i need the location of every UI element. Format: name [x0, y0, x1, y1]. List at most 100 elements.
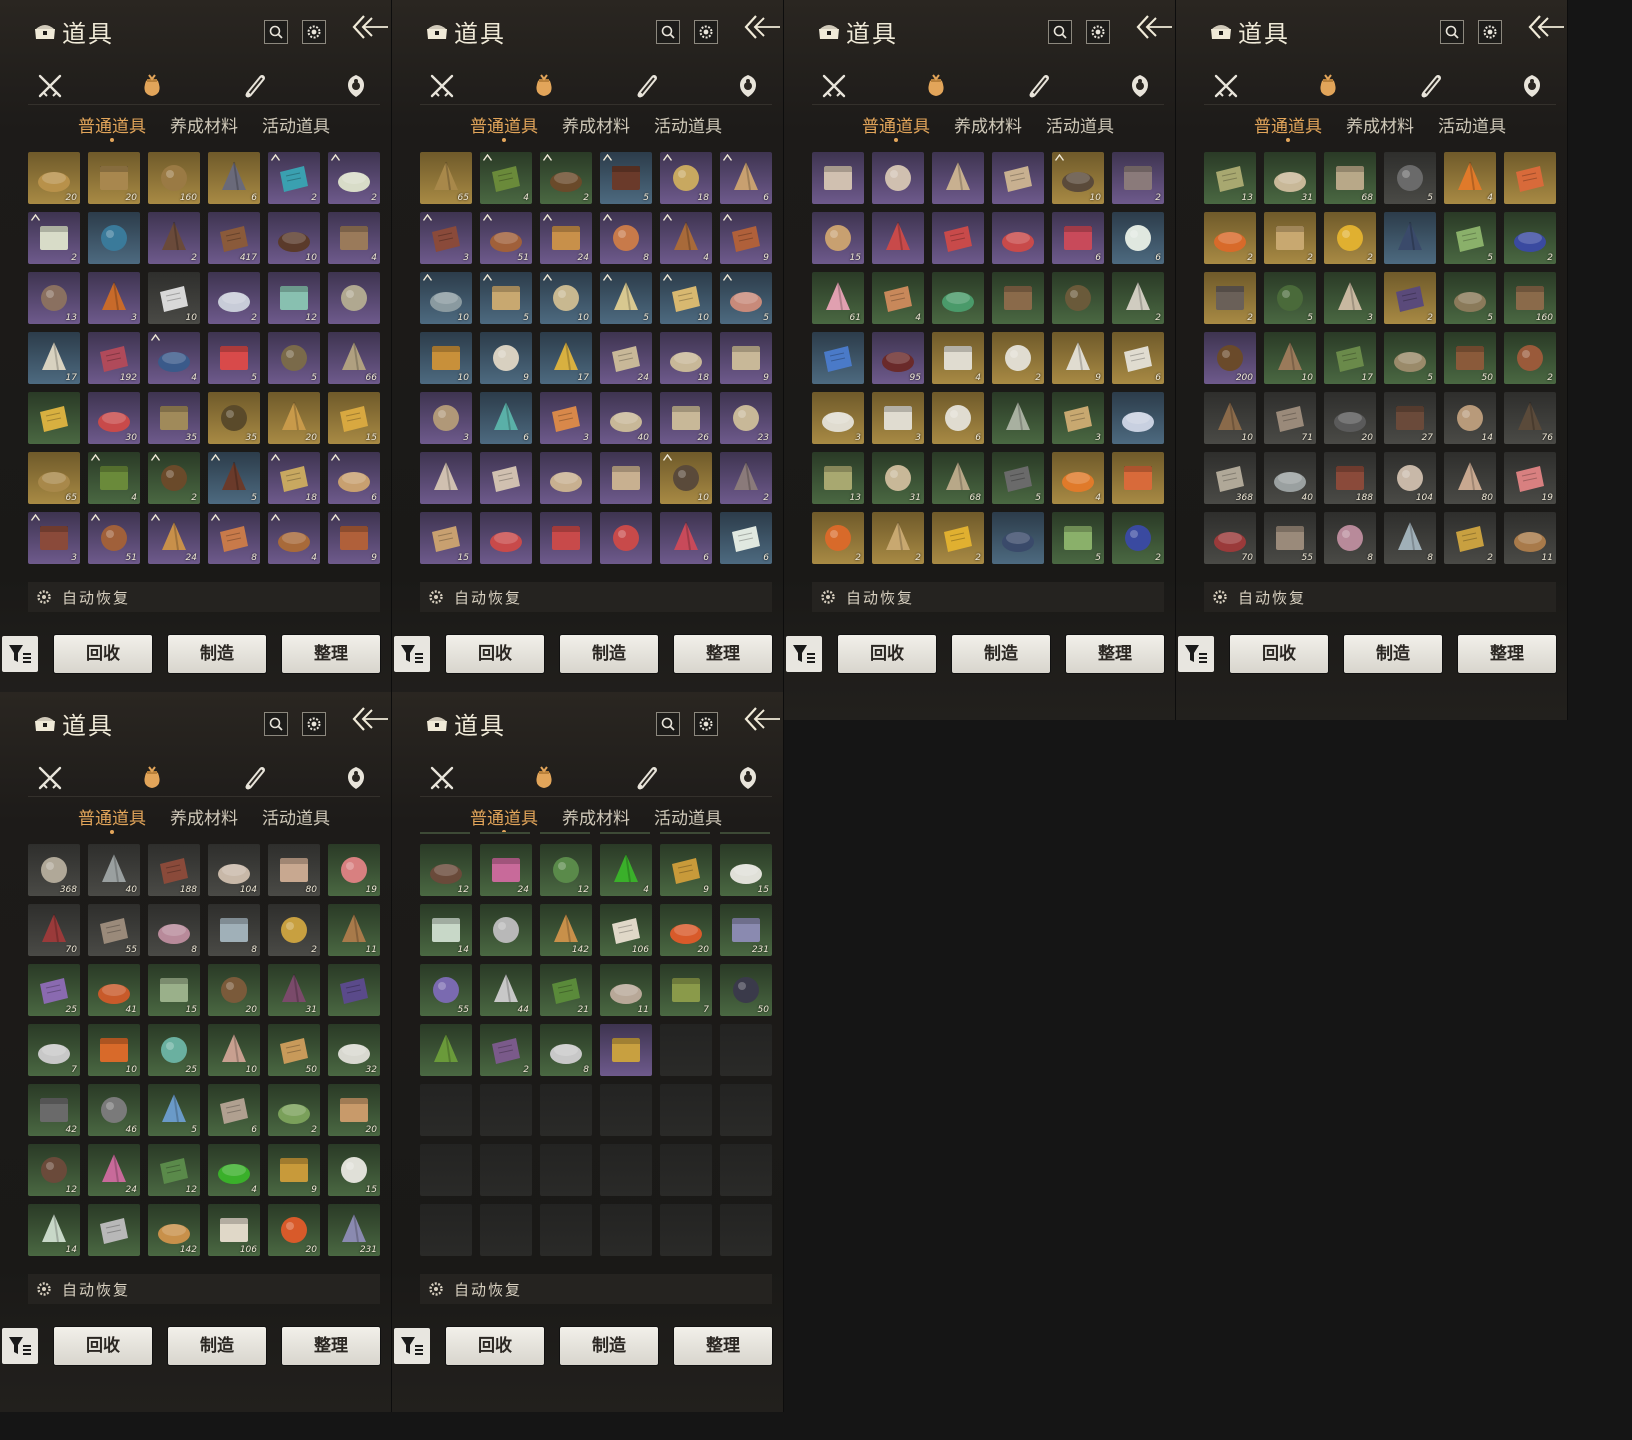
item-slot[interactable]: 2 [1204, 272, 1256, 324]
item-slot[interactable]: 4 [328, 212, 380, 264]
item-slot[interactable] [88, 212, 140, 264]
item-slot[interactable]: 50 [720, 964, 772, 1016]
filter-button[interactable] [1178, 636, 1214, 672]
item-slot[interactable] [600, 452, 652, 504]
item-slot[interactable]: 5 [480, 272, 532, 324]
item-slot[interactable] [328, 272, 380, 324]
item-slot[interactable]: 5 [720, 272, 772, 324]
item-slot[interactable]: 10 [420, 332, 472, 384]
item-slot[interactable] [932, 212, 984, 264]
item-slot[interactable]: 15 [148, 964, 200, 1016]
item-slot[interactable]: 160 [148, 152, 200, 204]
item-slot[interactable]: 44 [480, 964, 532, 1016]
item-slot[interactable] [812, 332, 864, 384]
crossed-swords-icon[interactable] [426, 70, 458, 102]
item-slot[interactable]: 13 [28, 272, 80, 324]
craft-button[interactable]: 制造 [952, 635, 1050, 673]
item-slot[interactable]: 188 [148, 844, 200, 896]
item-slot[interactable]: 70 [1204, 512, 1256, 564]
item-slot[interactable]: 4 [268, 512, 320, 564]
item-slot[interactable]: 8 [540, 1024, 592, 1076]
item-slot[interactable]: 10 [268, 212, 320, 264]
item-slot[interactable]: 51 [480, 212, 532, 264]
item-slot[interactable]: 6 [480, 392, 532, 444]
item-slot[interactable]: 10 [88, 1024, 140, 1076]
item-slot[interactable] [600, 1024, 652, 1076]
item-slot[interactable]: 4 [480, 152, 532, 204]
settings-button[interactable] [302, 20, 326, 44]
item-slot[interactable]: 5 [1052, 512, 1104, 564]
item-slot[interactable]: 4 [208, 1144, 260, 1196]
item-slot[interactable]: 15 [812, 212, 864, 264]
item-slot[interactable]: 2 [148, 212, 200, 264]
item-slot[interactable]: 6 [328, 452, 380, 504]
item-slot[interactable]: 61 [812, 272, 864, 324]
item-slot[interactable] [540, 512, 592, 564]
item-slot[interactable]: 5 [992, 452, 1044, 504]
item-slot[interactable]: 13 [812, 452, 864, 504]
item-slot[interactable]: 5 [1384, 152, 1436, 204]
gem-icon[interactable] [732, 762, 764, 794]
item-slot[interactable]: 2 [268, 152, 320, 204]
item-slot[interactable]: 31 [268, 964, 320, 1016]
item-slot[interactable]: 42 [28, 1084, 80, 1136]
item-slot[interactable]: 4 [600, 844, 652, 896]
item-slot[interactable]: 12 [148, 1144, 200, 1196]
item-slot[interactable]: 9 [720, 332, 772, 384]
item-slot[interactable]: 5 [600, 152, 652, 204]
item-slot[interactable]: 2 [480, 1024, 532, 1076]
back-arrow-icon[interactable] [350, 12, 390, 42]
item-slot[interactable]: 26 [660, 392, 712, 444]
item-slot[interactable] [328, 964, 380, 1016]
item-slot[interactable]: 11 [600, 964, 652, 1016]
item-slot[interactable]: 6 [1112, 212, 1164, 264]
item-slot[interactable]: 17 [28, 332, 80, 384]
item-slot[interactable]: 7 [660, 964, 712, 1016]
item-slot[interactable]: 2 [1384, 272, 1436, 324]
item-slot[interactable]: 17 [1324, 332, 1376, 384]
item-slot[interactable]: 7 [28, 1024, 80, 1076]
item-slot[interactable]: 10 [208, 1024, 260, 1076]
item-slot[interactable]: 55 [1264, 512, 1316, 564]
item-slot[interactable]: 2 [148, 452, 200, 504]
item-slot[interactable]: 9 [328, 512, 380, 564]
crossed-swords-icon[interactable] [818, 70, 850, 102]
item-slot[interactable] [480, 904, 532, 956]
pouch-icon[interactable] [920, 70, 952, 102]
recycle-button[interactable]: 回收 [54, 1327, 152, 1365]
pouch-icon[interactable] [136, 70, 168, 102]
item-slot[interactable]: 3 [420, 212, 472, 264]
settings-button[interactable] [694, 712, 718, 736]
item-slot[interactable] [600, 512, 652, 564]
item-slot[interactable]: 5 [1264, 272, 1316, 324]
item-slot[interactable]: 50 [268, 1024, 320, 1076]
item-slot[interactable]: 13 [1204, 152, 1256, 204]
auto-restore-row[interactable]: 自动恢复 [420, 582, 772, 612]
item-slot[interactable]: 27 [1384, 392, 1436, 444]
filter-button[interactable] [394, 636, 430, 672]
item-slot[interactable] [1384, 212, 1436, 264]
item-slot[interactable]: 9 [480, 332, 532, 384]
subtab-2[interactable]: 养成材料 [550, 804, 642, 829]
item-slot[interactable]: 5 [600, 272, 652, 324]
item-slot[interactable]: 17 [540, 332, 592, 384]
item-slot[interactable] [1112, 452, 1164, 504]
item-slot[interactable]: 6 [660, 512, 712, 564]
item-slot[interactable]: 80 [1444, 452, 1496, 504]
item-slot[interactable]: 2 [1204, 212, 1256, 264]
item-slot[interactable]: 142 [540, 904, 592, 956]
settings-button[interactable] [302, 712, 326, 736]
gem-icon[interactable] [732, 70, 764, 102]
item-slot[interactable]: 15 [420, 512, 472, 564]
recycle-button[interactable]: 回收 [838, 635, 936, 673]
crossed-swords-icon[interactable] [34, 70, 66, 102]
item-slot[interactable]: 6 [720, 512, 772, 564]
filter-button[interactable] [2, 1328, 38, 1364]
item-slot[interactable] [932, 272, 984, 324]
item-slot[interactable]: 2 [268, 904, 320, 956]
back-arrow-icon[interactable] [742, 12, 782, 42]
subtab-3[interactable]: 活动道具 [250, 112, 342, 137]
item-slot[interactable]: 8 [1384, 512, 1436, 564]
item-slot[interactable]: 4 [1444, 152, 1496, 204]
auto-restore-row[interactable]: 自动恢复 [28, 582, 380, 612]
